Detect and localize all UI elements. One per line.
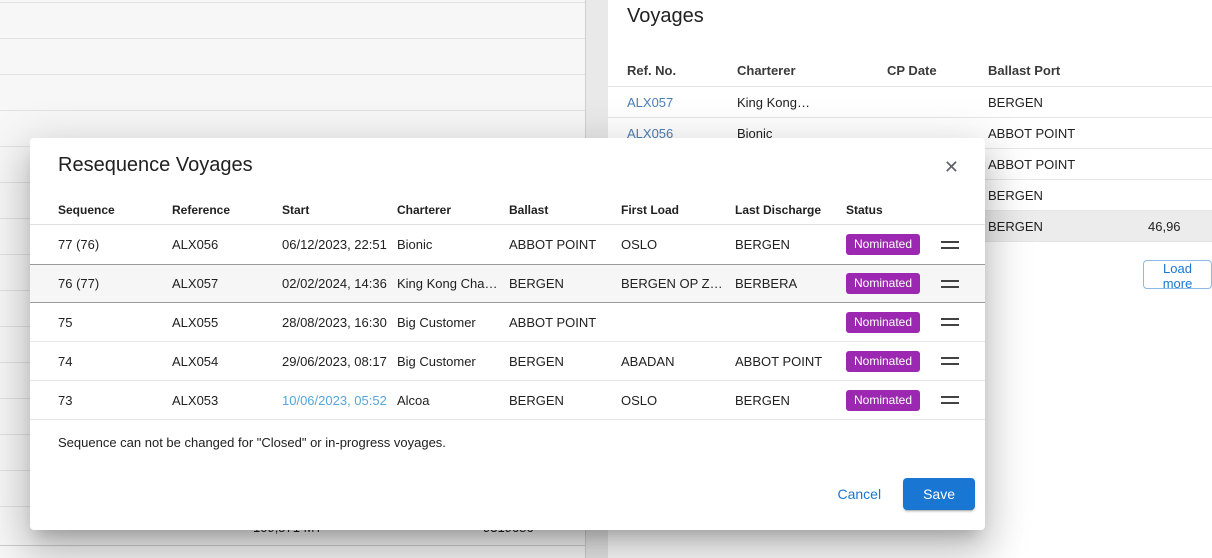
- cell-last-discharge: BERGEN: [735, 237, 846, 252]
- cell-amount: 46,96: [1148, 219, 1212, 234]
- status-badge: Nominated: [846, 234, 920, 255]
- cell-first-load: ABADAN: [621, 354, 735, 369]
- voyage-ref-link[interactable]: ALX057: [627, 95, 737, 110]
- column-start: Start: [282, 203, 397, 217]
- cell-reference: ALX055: [172, 315, 282, 330]
- save-button[interactable]: Save: [903, 478, 975, 510]
- drag-handle-icon[interactable]: [941, 241, 959, 249]
- cell-last-discharge: BERBERA: [735, 276, 846, 291]
- status-badge: Nominated: [846, 390, 920, 411]
- background-footer-divider: [0, 545, 585, 546]
- column-ballast: Ballast: [509, 203, 621, 217]
- sequence-note: Sequence can not be changed for "Closed"…: [58, 435, 957, 450]
- cell-first-load: BERGEN OP ZOOM: [621, 276, 735, 291]
- cell-charterer: Bionic: [397, 237, 509, 252]
- voyages-header-row: Ref. No. Charterer CP Date Ballast Port: [608, 54, 1212, 87]
- cell-reference: ALX056: [172, 237, 282, 252]
- cell-ballast-port: ABBOT POINT: [988, 157, 1148, 172]
- cell-ballast: BERGEN: [509, 354, 621, 369]
- cell-charterer: Big Customer: [397, 315, 509, 330]
- drag-handle-icon[interactable]: [941, 357, 959, 365]
- resequence-table: Sequence Reference Start Charterer Balla…: [30, 195, 985, 420]
- column-ref-no: Ref. No.: [627, 63, 737, 78]
- cell-sequence: 74: [58, 354, 172, 369]
- cell-start: 02/02/2024, 14:36: [282, 276, 397, 291]
- cell-first-load: OSLO: [621, 393, 735, 408]
- cell-sequence: 76 (77): [58, 276, 172, 291]
- cell-ballast-port: BERGEN: [988, 188, 1148, 203]
- column-charterer: Charterer: [397, 203, 509, 217]
- cell-charterer: King Kong Charter: [397, 276, 509, 291]
- cell-first-load: OSLO: [621, 237, 735, 252]
- drag-handle-icon[interactable]: [941, 318, 959, 326]
- cell-ballast: BERGEN: [509, 276, 621, 291]
- column-cp-date: CP Date: [887, 63, 988, 78]
- cell-last-discharge: BERGEN: [735, 393, 846, 408]
- status-badge: Nominated: [846, 312, 920, 333]
- cell-ballast-port: BERGEN: [988, 95, 1148, 110]
- dialog-actions: Cancel Save: [30, 478, 985, 510]
- dialog-header: Resequence Voyages ✕: [30, 138, 985, 180]
- cell-ballast-port: ABBOT POINT: [988, 126, 1148, 141]
- close-icon[interactable]: ✕: [934, 154, 969, 180]
- cell-start-link[interactable]: 10/06/2023, 05:52: [282, 393, 397, 408]
- resequence-header-row: Sequence Reference Start Charterer Balla…: [30, 195, 985, 225]
- cancel-button[interactable]: Cancel: [823, 480, 895, 508]
- cell-ballast: BERGEN: [509, 393, 621, 408]
- dialog-title: Resequence Voyages: [58, 154, 253, 177]
- resequence-row: 77 (76) ALX056 06/12/2023, 22:51 Bionic …: [30, 225, 985, 264]
- resequence-row-dragging: 76 (77) ALX057 02/02/2024, 14:36 King Ko…: [30, 264, 985, 303]
- resequence-row: 75 ALX055 28/08/2023, 16:30 Big Customer…: [30, 303, 985, 342]
- column-sequence: Sequence: [58, 203, 172, 217]
- column-charterer: Charterer: [737, 63, 887, 78]
- cell-sequence: 75: [58, 315, 172, 330]
- load-more-button[interactable]: Load more: [1143, 260, 1212, 289]
- voyage-list-row: ALX057 King Kong… BERGEN: [608, 87, 1212, 118]
- cell-start: 28/08/2023, 16:30: [282, 315, 397, 330]
- cell-reference: ALX053: [172, 393, 282, 408]
- column-last-discharge: Last Discharge: [735, 203, 846, 217]
- voyages-panel-title: Voyages: [627, 5, 704, 28]
- cell-sequence: 77 (76): [58, 237, 172, 252]
- status-badge: Nominated: [846, 351, 920, 372]
- column-first-load: First Load: [621, 203, 735, 217]
- cell-reference: ALX054: [172, 354, 282, 369]
- cell-reference: ALX057: [172, 276, 282, 291]
- resequence-voyages-dialog: Resequence Voyages ✕ Sequence Reference …: [30, 138, 985, 530]
- column-ballast-port: Ballast Port: [988, 63, 1148, 78]
- column-status: Status: [846, 203, 934, 217]
- cell-ballast: ABBOT POINT: [509, 315, 621, 330]
- resequence-row: 73 ALX053 10/06/2023, 05:52 Alcoa BERGEN…: [30, 381, 985, 420]
- status-badge: Nominated: [846, 273, 920, 294]
- drag-handle-icon[interactable]: [941, 280, 959, 288]
- cell-start: 06/12/2023, 22:51: [282, 237, 397, 252]
- cell-charterer: Alcoa: [397, 393, 509, 408]
- resequence-row: 74 ALX054 29/06/2023, 08:17 Big Customer…: [30, 342, 985, 381]
- cell-ballast: ABBOT POINT: [509, 237, 621, 252]
- column-reference: Reference: [172, 203, 282, 217]
- cell-ballast-port: BERGEN: [988, 219, 1148, 234]
- cell-start: 29/06/2023, 08:17: [282, 354, 397, 369]
- drag-handle-icon[interactable]: [941, 396, 959, 404]
- cell-charterer: King Kong…: [737, 95, 887, 110]
- cell-charterer: Big Customer: [397, 354, 509, 369]
- cell-last-discharge: ABBOT POINT: [735, 354, 846, 369]
- cell-sequence: 73: [58, 393, 172, 408]
